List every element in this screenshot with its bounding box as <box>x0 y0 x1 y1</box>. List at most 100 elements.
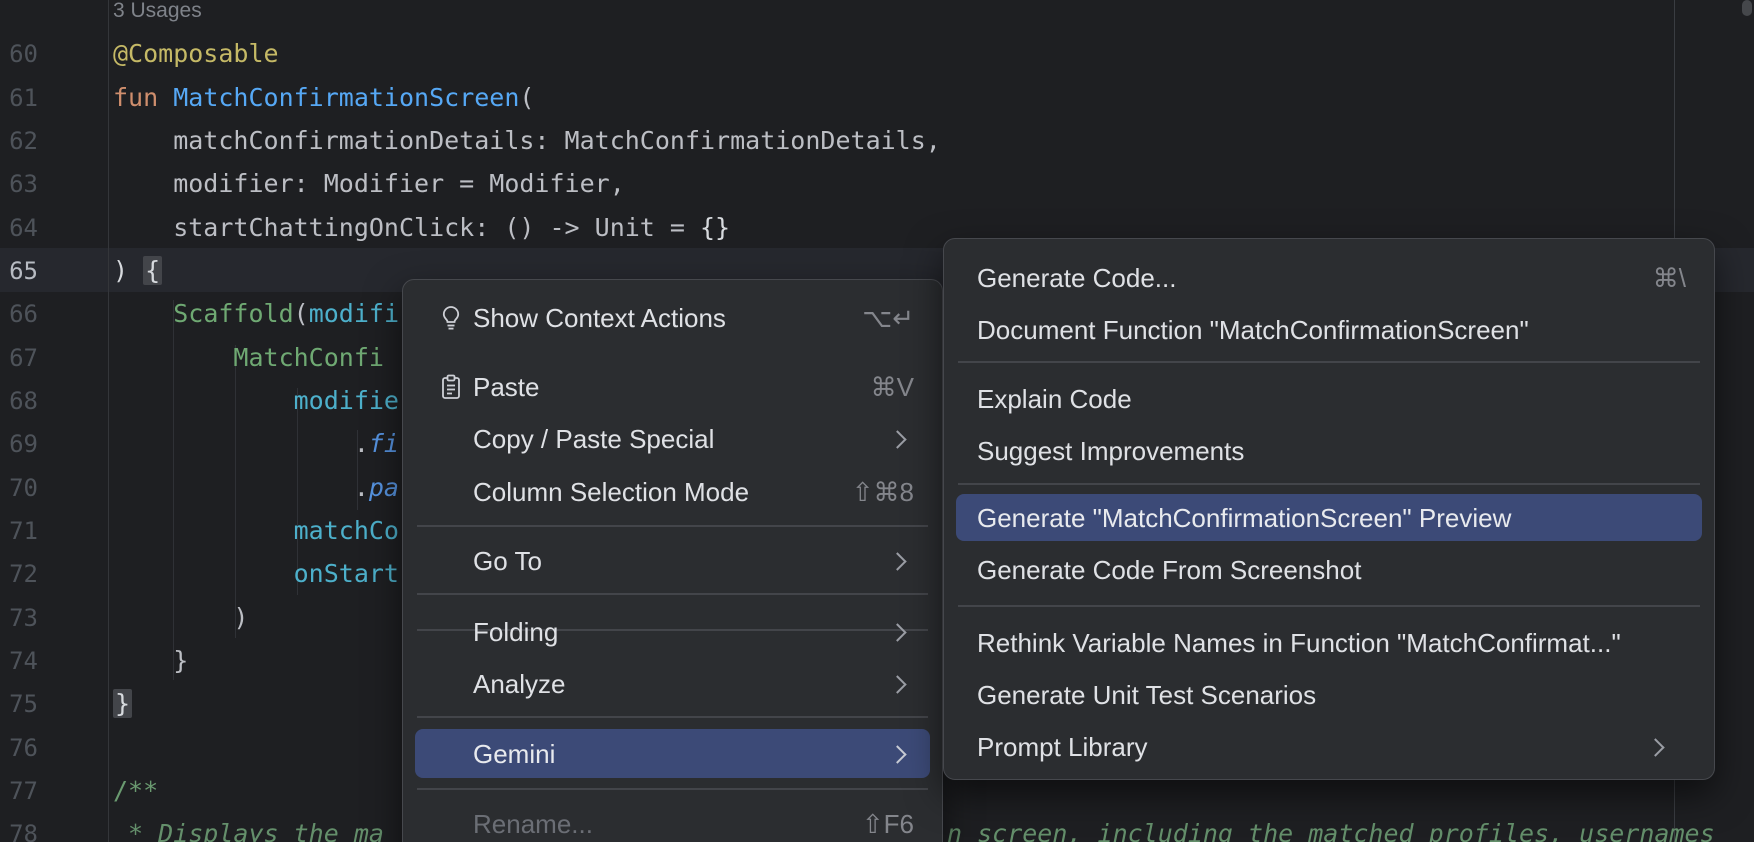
menu-item-show-context-actions[interactable]: Show Context Actions ⌥↵ <box>403 292 942 344</box>
line-number[interactable]: 61 <box>0 76 38 120</box>
extension-call: pa <box>369 473 399 502</box>
composable-call: MatchConfi <box>233 343 384 372</box>
line-number[interactable]: 66 <box>0 292 38 336</box>
menu-item-copy-paste-special[interactable]: Copy / Paste Special <box>403 413 942 465</box>
indent: . <box>113 429 369 458</box>
code-line[interactable]: startChattingOnClick: () -> Unit = {} <box>113 206 730 250</box>
menu-item-document-function[interactable]: Document Function "MatchConfirmationScre… <box>944 304 1714 356</box>
line-number[interactable]: 67 <box>0 336 38 380</box>
code-line[interactable]: modifie <box>113 379 399 423</box>
line-number[interactable]: 71 <box>0 509 38 553</box>
line-number[interactable]: 62 <box>0 119 38 163</box>
punctuation: ) <box>113 603 248 632</box>
line-number[interactable]: 64 <box>0 206 38 250</box>
clipboard-icon <box>437 373 465 401</box>
gemini-submenu: Generate Code... ⌘\ Document Function "M… <box>943 238 1715 780</box>
code-line[interactable]: fun MatchConfirmationScreen( <box>113 76 534 120</box>
lightbulb-icon <box>437 304 465 332</box>
code-line-fragment[interactable]: n screen, including the matched profiles… <box>947 812 1715 842</box>
menu-item-shortcut: ⇧⌘8 <box>852 477 914 508</box>
menu-item-column-selection-mode[interactable]: Column Selection Mode ⇧⌘8 <box>403 466 942 518</box>
punctuation: ) <box>113 256 143 285</box>
menu-separator <box>417 788 928 790</box>
menu-item-label: Prompt Library <box>977 732 1148 763</box>
menu-separator <box>417 593 928 595</box>
line-number[interactable]: 77 <box>0 769 38 813</box>
line-number[interactable]: 75 <box>0 682 38 726</box>
code-line[interactable]: * Displays the ma <box>113 812 384 842</box>
code-line[interactable]: } <box>113 639 188 683</box>
line-number[interactable]: 60 <box>0 32 38 76</box>
line-number[interactable]: 70 <box>0 466 38 510</box>
menu-item-suggest-improvements[interactable]: Suggest Improvements <box>944 425 1714 477</box>
menu-item-rethink-variable-names[interactable]: Rethink Variable Names in Function "Matc… <box>944 617 1714 669</box>
menu-item-label: Go To <box>473 546 542 577</box>
menu-item-label: Document Function "MatchConfirmationScre… <box>977 315 1529 346</box>
menu-item-shortcut: ⌘V <box>871 372 914 403</box>
code-line[interactable]: matchCo <box>113 509 399 553</box>
menu-item-label: Generate Code From Screenshot <box>977 555 1361 586</box>
code-line[interactable]: modifier: Modifier = Modifier, <box>113 162 625 206</box>
menu-item-generate-code-from-screenshot[interactable]: Generate Code From Screenshot <box>944 544 1714 596</box>
code-line[interactable]: .fi <box>113 422 399 466</box>
parameter-declaration: modifier: Modifier = Modifier, <box>113 169 625 198</box>
code-line[interactable]: } <box>113 682 132 726</box>
doc-comment: * Displays the ma <box>113 819 384 842</box>
punctuation: } <box>113 646 188 675</box>
code-line[interactable]: /** <box>113 769 158 813</box>
menu-separator <box>958 483 1700 485</box>
scrollbar-thumb[interactable] <box>1742 0 1752 16</box>
menu-item-label: Generate "MatchConfirmationScreen" Previ… <box>977 503 1511 534</box>
menu-item-generate-code[interactable]: Generate Code... ⌘\ <box>944 252 1714 304</box>
line-number[interactable]: 76 <box>0 726 38 770</box>
chevron-right-icon <box>888 675 906 693</box>
keyword: fun <box>113 83 173 112</box>
line-number[interactable]: 72 <box>0 552 38 596</box>
menu-item-generate-unit-test-scenarios[interactable]: Generate Unit Test Scenarios <box>944 669 1714 721</box>
code-line[interactable]: ) <box>113 596 248 640</box>
menu-item-generate-preview[interactable]: Generate "MatchConfirmationScreen" Previ… <box>944 492 1714 544</box>
menu-item-label: Show Context Actions <box>473 303 726 334</box>
function-name: MatchConfirmationScreen <box>173 83 519 112</box>
line-number[interactable]: 74 <box>0 639 38 683</box>
code-line-current[interactable]: ) { <box>113 249 162 293</box>
lambda-braces: {} <box>700 213 730 242</box>
code-line[interactable]: matchConfirmationDetails: MatchConfirmat… <box>113 119 941 163</box>
menu-item-paste[interactable]: Paste ⌘V <box>403 361 942 413</box>
menu-item-shortcut: ⇧F6 <box>862 809 914 840</box>
code-line[interactable]: @Composable <box>113 32 279 76</box>
menu-item-label: Folding <box>473 617 558 648</box>
chevron-right-icon <box>888 623 906 641</box>
menu-item-prompt-library[interactable]: Prompt Library <box>944 721 1714 773</box>
menu-separator <box>958 605 1700 607</box>
code-line[interactable]: Scaffold(modifi <box>113 292 399 336</box>
extension-call: fi <box>369 429 399 458</box>
menu-item-folding[interactable]: Folding <box>403 606 942 658</box>
menu-item-go-to[interactable]: Go To <box>403 535 942 587</box>
line-number[interactable]: 73 <box>0 596 38 640</box>
line-number[interactable]: 69 <box>0 422 38 466</box>
code-line[interactable]: .pa <box>113 466 399 510</box>
menu-item-rename[interactable]: Rename... ⇧F6 <box>403 798 942 842</box>
line-number-current[interactable]: 65 <box>0 249 38 293</box>
menu-item-explain-code[interactable]: Explain Code <box>944 373 1714 425</box>
indent: . <box>113 473 369 502</box>
punctuation: ( <box>294 299 309 328</box>
line-number[interactable]: 63 <box>0 162 38 206</box>
menu-separator <box>958 361 1700 363</box>
menu-item-label: Paste <box>473 372 540 403</box>
matched-brace: } <box>113 689 132 718</box>
indent <box>113 386 294 415</box>
menu-item-analyze[interactable]: Analyze <box>403 658 942 710</box>
menu-item-label: Analyze <box>473 669 566 700</box>
line-number[interactable]: 78 <box>0 812 38 842</box>
parameter-declaration: matchConfirmationDetails: MatchConfirmat… <box>113 126 941 155</box>
menu-separator <box>417 525 928 527</box>
usages-inlay-hint[interactable]: 3 Usages <box>113 0 202 33</box>
code-line[interactable]: onStart <box>113 552 399 596</box>
editor-viewport: 60 61 62 63 64 65 66 67 68 69 70 71 72 7… <box>0 0 1754 842</box>
menu-item-gemini[interactable]: Gemini <box>403 728 942 780</box>
line-number[interactable]: 68 <box>0 379 38 423</box>
doc-comment: /** <box>113 776 158 805</box>
code-line[interactable]: MatchConfi <box>113 336 384 380</box>
